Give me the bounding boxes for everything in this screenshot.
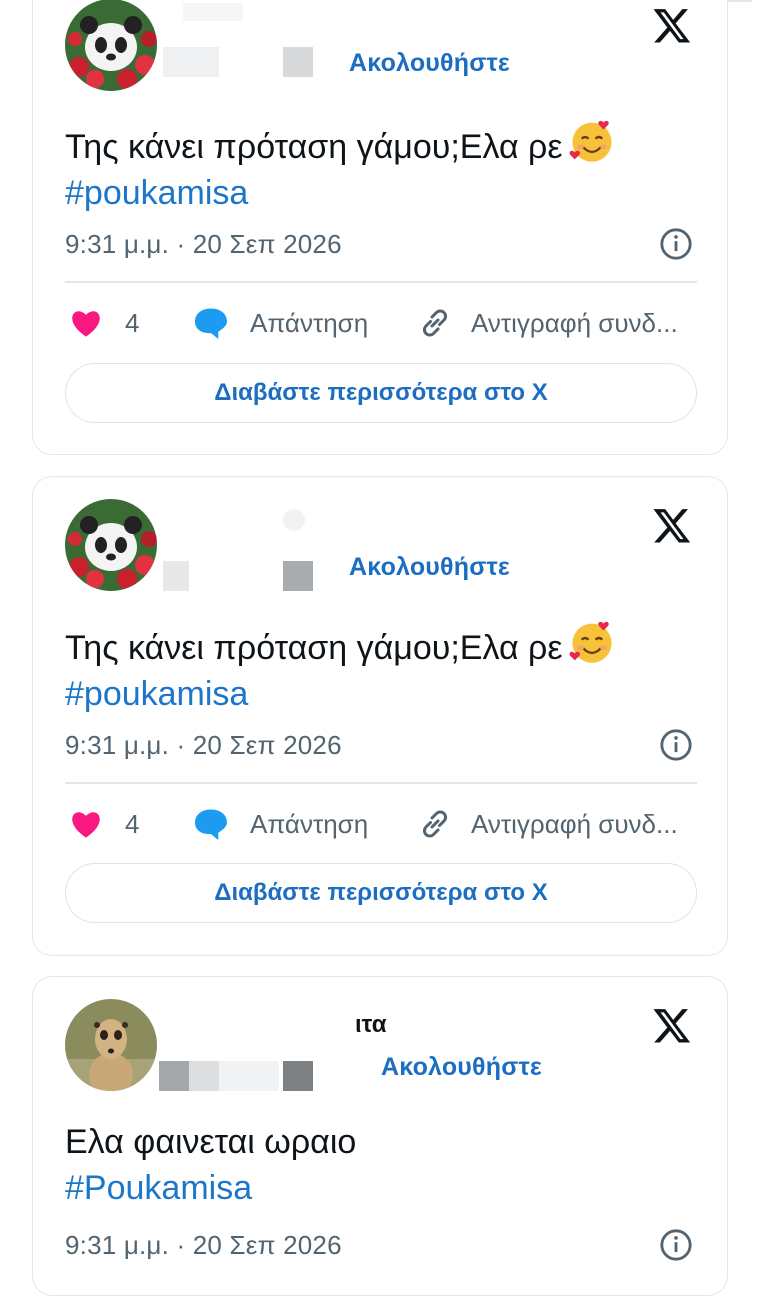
copy-link-button[interactable]: Αντιγραφή συνδ...: [417, 303, 678, 343]
x-logo-icon[interactable]: [651, 1005, 693, 1045]
redacted-handle: [283, 47, 313, 77]
name-fragment: ιτα: [355, 1011, 387, 1038]
tweet-timestamp[interactable]: 9:31 μ.μ. · 20 Σεπ 2026: [65, 730, 342, 761]
follow-button[interactable]: Ακολουθήστε: [349, 553, 510, 582]
x-logo-icon[interactable]: [651, 505, 693, 545]
reply-bubble-icon: [195, 308, 227, 339]
like-count: 4: [125, 307, 140, 338]
tweet-body: Ελα φαινεται ωραιο: [65, 1123, 357, 1161]
redacted-name: [283, 509, 305, 531]
follow-button[interactable]: Ακολουθήστε: [349, 49, 510, 78]
read-more-button[interactable]: Διαβάστε περισσότερα στο Χ: [65, 863, 697, 923]
copy-link-label: Αντιγραφή συνδ...: [471, 808, 678, 839]
divider: [65, 782, 697, 784]
tweet-body: Της κάνει πρόταση γάμου;Ελα ρε: [65, 128, 563, 166]
x-logo-icon[interactable]: [651, 5, 693, 45]
link-icon: [422, 810, 448, 838]
reply-label: Απάντηση: [250, 808, 369, 839]
reply-label: Απάντηση: [250, 307, 369, 338]
reply-button[interactable]: Απάντηση: [193, 804, 368, 844]
redacted-handle: [283, 561, 313, 591]
smiling-face-with-hearts-icon: [569, 120, 612, 162]
tweet-text: Ελα φαινεται ωραιο #Poukamisa: [65, 1119, 356, 1211]
tweet-card: Ακολουθήστε Της κάνει πρόταση γάμου;Ελα …: [32, 0, 728, 455]
like-count: 4: [125, 808, 140, 839]
hashtag-link[interactable]: #poukamisa: [65, 174, 248, 212]
tweet-actions: 4 Απάντηση Αντιγραφή συνδ...: [65, 804, 697, 844]
redacted-handle: [163, 561, 189, 591]
info-icon[interactable]: [659, 1228, 693, 1262]
info-icon[interactable]: [659, 728, 693, 762]
tweet-card: ιτα Ακολουθήστε Ελα φαινεται ωραιο #Pouk…: [32, 976, 728, 1296]
tweet-text: Της κάνει πρόταση γάμου;Ελα ρε #poukamis…: [65, 619, 615, 717]
tweet-text: Της κάνει πρόταση γάμου;Ελα ρε #poukamis…: [65, 118, 615, 216]
follow-button[interactable]: Ακολουθήστε: [381, 1053, 542, 1082]
hashtag-link[interactable]: #Poukamisa: [65, 1169, 252, 1207]
like-button[interactable]: 4: [69, 303, 139, 343]
tweet-timestamp[interactable]: 9:31 μ.μ. · 20 Σεπ 2026: [65, 229, 342, 260]
tweet-card: Ακολουθήστε Της κάνει πρόταση γάμου;Ελα …: [32, 476, 728, 956]
read-more-button[interactable]: Διαβάστε περισσότερα στο Χ: [65, 363, 697, 423]
heart-icon: [72, 812, 100, 838]
link-icon: [422, 309, 448, 337]
tweet-timestamp[interactable]: 9:31 μ.μ. · 20 Σεπ 2026: [65, 1230, 342, 1261]
heart-icon: [72, 311, 100, 337]
redacted-handle: [189, 1061, 219, 1091]
avatar[interactable]: [65, 0, 157, 91]
copy-link-button[interactable]: Αντιγραφή συνδ...: [417, 804, 678, 844]
redacted-handle: [283, 1061, 313, 1091]
hashtag-link[interactable]: #poukamisa: [65, 675, 248, 713]
redacted-handle: [163, 47, 219, 77]
copy-link-label: Αντιγραφή συνδ...: [471, 307, 678, 338]
avatar[interactable]: [65, 499, 157, 591]
like-button[interactable]: 4: [69, 804, 139, 844]
info-icon[interactable]: [659, 227, 693, 261]
smiling-face-with-hearts-icon: [569, 621, 612, 663]
reply-button[interactable]: Απάντηση: [193, 303, 368, 343]
tweet-actions: 4 Απάντηση Αντιγραφή συνδ...: [65, 303, 697, 343]
avatar[interactable]: [65, 999, 157, 1091]
redacted-handle: [219, 1061, 279, 1091]
tweet-body: Της κάνει πρόταση γάμου;Ελα ρε: [65, 629, 563, 667]
reply-bubble-icon: [195, 809, 227, 840]
redacted-name: [183, 3, 243, 21]
redacted-handle: [159, 1061, 189, 1091]
divider: [65, 281, 697, 283]
